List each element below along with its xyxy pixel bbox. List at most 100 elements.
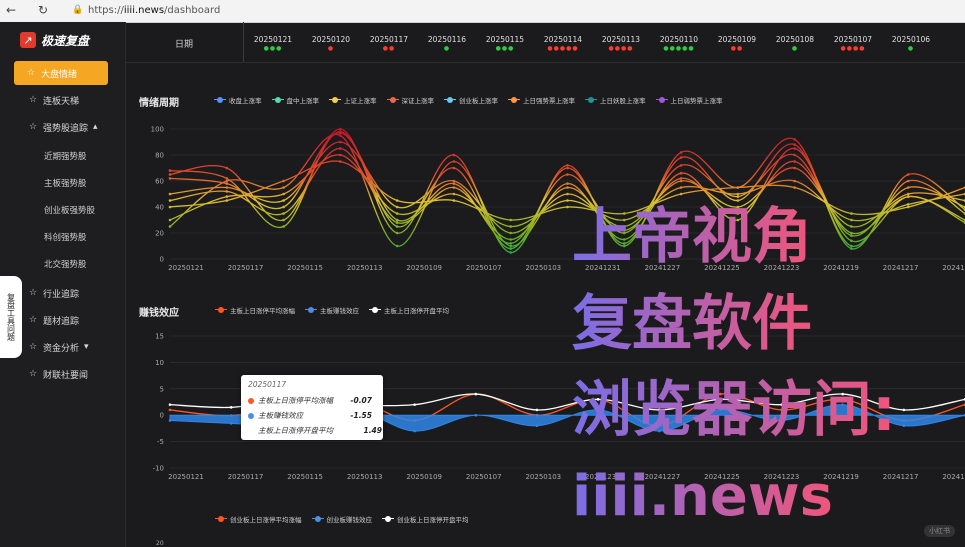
x-tick-label: 20250103: [525, 473, 561, 481]
date-cell[interactable]: 20250114 ●●●●●: [533, 35, 593, 52]
legend-swatch: [215, 516, 227, 522]
date-cell[interactable]: 20250121 ●●●: [243, 35, 303, 52]
sidebar-item[interactable]: ☆ 行业追踪: [14, 281, 124, 305]
legend-item[interactable]: 创业板上涨率: [444, 95, 498, 105]
data-point: [168, 177, 172, 180]
data-point: [168, 205, 172, 209]
date-text: 20250117: [369, 35, 409, 44]
legend-swatch: [382, 516, 394, 522]
date-dots: ●: [443, 45, 451, 52]
sidebar-subitem[interactable]: 主板强势股: [44, 177, 87, 189]
sidebar-item[interactable]: ☆ 大盘情绪: [14, 61, 108, 85]
pin-icon: ☆: [28, 342, 38, 352]
legend-item[interactable]: 上日弱势票上涨率: [655, 95, 723, 105]
date-cell[interactable]: 20250106 ●: [881, 35, 941, 52]
legend-label: 创业板上日涨停平均涨幅: [230, 516, 302, 524]
x-tick-label: 20250117: [228, 264, 264, 272]
legend-item[interactable]: 主板赚钱效应: [305, 305, 359, 315]
data-point: [395, 231, 399, 235]
data-point: [906, 195, 910, 198]
legend-label: 主板赚钱效应: [320, 307, 359, 315]
sidebar-item[interactable]: ☆ 资金分析 ▾: [14, 335, 124, 359]
date-cell[interactable]: 20250116 ●: [417, 35, 477, 52]
data-point: [339, 140, 342, 144]
sidebar-item[interactable]: ☆ 财联社要闻: [14, 362, 124, 386]
reload-icon[interactable]: ↻: [38, 3, 48, 17]
data-point: [395, 244, 399, 248]
data-point: [509, 218, 513, 222]
date-cell[interactable]: 20250109 ●●: [707, 35, 767, 52]
tooltip-value: -0.07: [350, 396, 372, 405]
legend-swatch: [444, 97, 456, 103]
date-text: 20250106: [891, 35, 931, 44]
sidebar-item[interactable]: ☆ 连板天梯: [14, 88, 124, 112]
date-cell[interactable]: 20250107 ●●●●: [823, 35, 883, 52]
legend-item[interactable]: 上证上涨率: [329, 95, 377, 105]
sidebar-subitem[interactable]: 创业板强势股: [44, 204, 95, 216]
legend-swatch: [655, 97, 668, 103]
date-text: 20250120: [311, 35, 351, 44]
x-tick-label: 20250121: [168, 473, 204, 481]
legend-item[interactable]: 创业板上日涨停开盘平均: [382, 514, 469, 524]
side-feedback-tab[interactable]: 复盘工具问题: [0, 276, 22, 358]
date-cell[interactable]: 20250117 ●●: [359, 35, 419, 52]
app-logo[interactable]: ↗ 极速复盘: [20, 31, 89, 49]
data-point: [509, 225, 513, 228]
sidebar-item-label: 行业追踪: [43, 289, 80, 300]
y-tick-label: 15: [155, 333, 164, 341]
legend-item[interactable]: 深证上涨率: [386, 95, 434, 105]
data-point: [282, 192, 285, 196]
data-point: [850, 225, 853, 228]
legend-item[interactable]: 主板上日涨停平均涨幅: [215, 305, 295, 315]
data-point: [168, 408, 172, 412]
legend-swatch: [305, 307, 317, 313]
data-point: [850, 239, 853, 243]
x-tick-label: 20241213: [942, 264, 965, 272]
y-tick-label: 10: [155, 359, 164, 367]
legend-item[interactable]: 收盘上涨率: [214, 95, 262, 105]
legend-swatch: [508, 97, 520, 103]
legend-item[interactable]: 创业板赚钱效应: [311, 514, 372, 524]
date-cell[interactable]: 20250108 ●: [765, 35, 825, 52]
data-point: [566, 166, 569, 170]
overlay-line3: 浏览器访问:: [572, 375, 896, 445]
legend-swatch: [585, 97, 597, 103]
legend-item[interactable]: 上日妖股上涨率: [585, 95, 646, 105]
data-point: [679, 179, 683, 183]
y-tick-label: 80: [155, 152, 164, 160]
overlay-line2: 复盘软件: [572, 289, 812, 359]
data-point: [452, 192, 456, 196]
data-point: [339, 160, 342, 163]
legend-item[interactable]: 主板上日涨停开盘平均: [369, 305, 449, 315]
chart1-title: 情绪周期: [139, 98, 179, 109]
legend-label: 上日弱势票上涨率: [670, 97, 723, 105]
data-point: [535, 408, 539, 412]
y-tick-label: 20: [155, 230, 164, 238]
date-cell[interactable]: 20250110 ●●●●●: [649, 35, 709, 52]
date-dots: ●●●●: [608, 45, 634, 52]
data-point: [679, 156, 683, 159]
legend-item[interactable]: 上日强势票上涨率: [508, 95, 575, 105]
legend-swatch: [271, 97, 284, 103]
legend-item[interactable]: 创业板上日涨停平均涨幅: [215, 514, 302, 524]
data-point: [902, 424, 906, 428]
sidebar-item[interactable]: ☆ 题材追踪: [14, 308, 124, 332]
back-icon[interactable]: ←: [6, 3, 16, 17]
sidebar-subitem[interactable]: 科创强势股: [44, 231, 87, 243]
sidebar-item[interactable]: ☆ 强势股追踪 ▴: [14, 115, 124, 139]
date-text: 20250109: [717, 35, 757, 44]
date-cell[interactable]: 20250115 ●●●: [475, 35, 535, 52]
tooltip-date: 20250117: [248, 380, 287, 389]
date-cell[interactable]: 20250120 ●: [301, 35, 361, 52]
sidebar-subitem[interactable]: 北交强势股: [44, 258, 87, 270]
chart1-emotion-cycle[interactable]: 0 20 40 60 80 100 20250121 20250117 20250115 2025…: [130, 115, 965, 275]
data-point: [850, 218, 853, 222]
legend-item[interactable]: 盘中上涨率: [271, 95, 319, 105]
legend-swatch: [329, 97, 341, 103]
address-bar[interactable]: https://iiii.news/dashboard: [88, 5, 220, 16]
sidebar-subitem[interactable]: 近期强势股: [44, 150, 87, 162]
date-cell[interactable]: 20250113 ●●●●: [591, 35, 651, 52]
data-point: [395, 225, 399, 228]
data-point: [793, 166, 796, 170]
data-point: [225, 190, 229, 193]
